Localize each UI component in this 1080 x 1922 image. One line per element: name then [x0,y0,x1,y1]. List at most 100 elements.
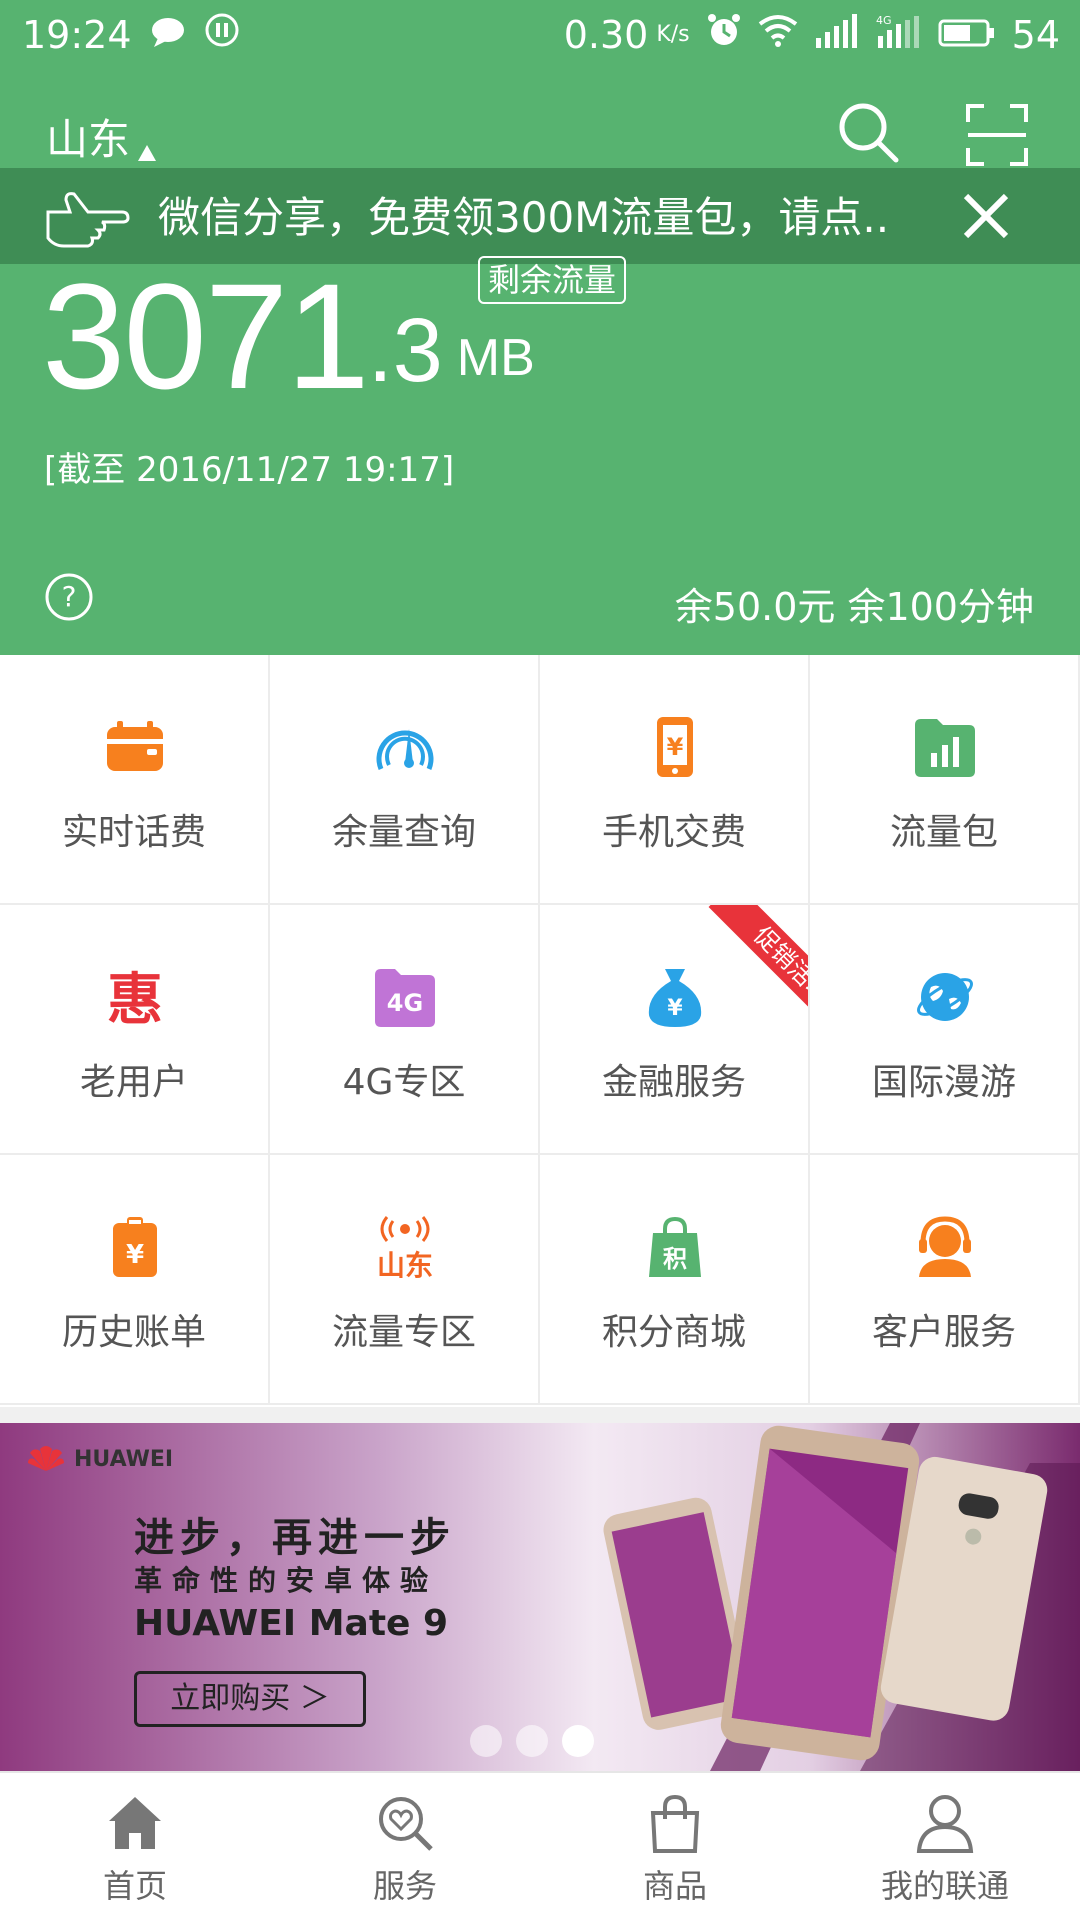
nav-label: 服务 [372,1867,437,1905]
svg-text:4G: 4G [387,989,423,1017]
help-icon[interactable]: ? [44,572,94,622]
grid-item-points-mall[interactable]: 积 积分商城 [540,1155,810,1405]
carousel-dot[interactable] [516,1725,548,1757]
buy-now-button[interactable]: 立即购买 ＞ [134,1671,366,1727]
account-header: 山东 微信分享，免费领300M流量包，请点.. 3071 .3 MB 剩余流量 … [0,76,1080,656]
4g-icon: 4G [373,965,437,1029]
grid-item-roaming[interactable]: 国际漫游 [810,905,1080,1155]
carousel-indicator [470,1725,594,1757]
gauge-icon [373,715,437,779]
balance-integer: 3071 [42,252,370,420]
balance-unit: MB [456,329,535,387]
nav-label: 首页 [102,1867,167,1905]
region-label: 山东 [46,115,131,164]
wifi-icon [758,13,798,57]
huawei-logo: HUAWEI [26,1445,173,1473]
home-icon [105,1793,165,1853]
svg-text:¥: ¥ [126,1240,144,1270]
remaining-data-badge: 剩余流量 [478,256,627,304]
discount-icon: 惠 [103,965,167,1033]
grid-item-4g-zone[interactable]: 4G 4G专区 [270,905,540,1155]
nav-label: 我的联通 [880,1867,1009,1905]
close-icon[interactable] [960,190,1012,242]
nav-my-unicom[interactable]: 我的联通 [810,1773,1080,1922]
notice-text: 微信分享，免费领300M流量包，请点.. [158,193,890,242]
shopping-bag-icon [645,1793,705,1853]
grid-item-label: 积分商城 [601,1312,746,1353]
search-icon[interactable] [836,100,900,164]
grid-item-label: 客户服务 [871,1312,1016,1353]
grid-item-label: 历史账单 [61,1312,206,1353]
banner-product: HUAWEI Mate 9 [134,1603,449,1644]
net-speed-unit: K/s [656,22,690,47]
alarm-icon [706,12,742,57]
pointing-hand-icon [42,182,130,250]
promo-ribbon-label: 促销活动 [708,905,808,1035]
status-bar: 19:24 0.30 K/s 4G 54 [0,0,1080,76]
balance-summary[interactable]: 余50.0元 余100分钟 [675,576,1034,631]
share-notice-banner[interactable]: 微信分享，免费领300M流量包，请点.. [0,168,1080,264]
battery-level: 54 [1011,12,1060,57]
chat-notification-icon [150,13,186,57]
grid-item-label: 流量专区 [331,1312,476,1353]
headset-icon [913,1215,977,1279]
grid-item-label: 实时话费 [61,812,206,853]
points-bag-icon: 积 [643,1215,707,1279]
bill-icon: ¥ [103,1215,167,1279]
grid-item-data-zone[interactable]: 山东 流量专区 [270,1155,540,1405]
phone-pay-icon: ¥ [643,715,707,779]
promo-ribbon: 促销活动 [678,905,808,1035]
grid-item-label: 老用户 [79,1062,188,1103]
carousel-dot-active[interactable] [562,1725,594,1757]
grid-item-balance-query[interactable]: 余量查询 [270,655,540,905]
svg-text:4G: 4G [876,14,892,27]
grid-item-label: 流量包 [889,812,998,853]
status-time: 19:24 [22,12,132,57]
svg-text:?: ? [62,580,77,613]
wallet-icon [103,715,167,779]
shandong-signal-icon: 山东 [373,1215,437,1282]
banner-subline: 革命性的安卓体验 [134,1564,439,1597]
svg-text:¥: ¥ [667,733,684,761]
grid-item-label: 国际漫游 [871,1062,1016,1103]
nav-products[interactable]: 商品 [540,1773,810,1922]
grid-item-history-bill[interactable]: ¥ 历史账单 [0,1155,270,1405]
svg-text:惠: 惠 [107,968,163,1029]
data-package-icon [913,715,977,779]
phone-illustration [560,1423,1080,1771]
brand-name: HUAWEI [74,1446,174,1472]
promo-banner[interactable]: HUAWEI 进步，再进一步 革命性的安卓体验 HUAWEI Mate 9 立即… [0,1423,1080,1771]
user-icon [915,1793,975,1853]
grid-item-finance[interactable]: ¥ 金融服务 促销活动 [540,905,810,1155]
net-speed: 0.30 [563,12,649,57]
pause-notification-icon [204,12,240,57]
data-balance[interactable]: 3071 .3 MB [42,256,535,416]
grid-item-old-user[interactable]: 惠 老用户 [0,905,270,1155]
grid-item-label: 4G专区 [342,1062,466,1103]
section-divider [0,1407,1080,1423]
nav-service[interactable]: 服务 [270,1773,540,1922]
grid-item-realtime-fee[interactable]: 实时话费 [0,655,270,905]
nav-home[interactable]: 首页 [0,1773,270,1922]
grid-item-phone-pay[interactable]: ¥ 手机交费 [540,655,810,905]
svg-text:山东: 山东 [377,1249,433,1279]
service-icon [375,1793,435,1853]
scan-icon[interactable] [966,104,1028,166]
battery-icon [938,13,996,57]
balance-decimal: .3 [367,301,443,401]
4g-signal-icon: 4G [876,13,922,57]
grid-item-customer-service[interactable]: 客户服务 [810,1155,1080,1405]
grid-item-label: 金融服务 [601,1062,746,1103]
as-of-timestamp: [截至 2016/11/27 19:17] [44,450,455,490]
grid-item-data-package[interactable]: 流量包 [810,655,1080,905]
service-grid: 实时话费 余量查询 ¥ 手机交费 流量包 惠 老用户 4G 4G专区 ¥ 金融服… [0,655,1080,1407]
region-selector[interactable]: 山东 [46,106,157,167]
globe-icon [913,965,977,1029]
grid-item-label: 手机交费 [601,812,746,853]
bottom-nav: 首页 服务 商品 我的联通 [0,1771,1080,1922]
carousel-dot[interactable] [470,1725,502,1757]
banner-headline: 进步，再进一步 [134,1515,456,1561]
caret-down-icon [138,145,157,161]
grid-item-label: 余量查询 [331,812,476,853]
nav-label: 商品 [642,1867,707,1905]
